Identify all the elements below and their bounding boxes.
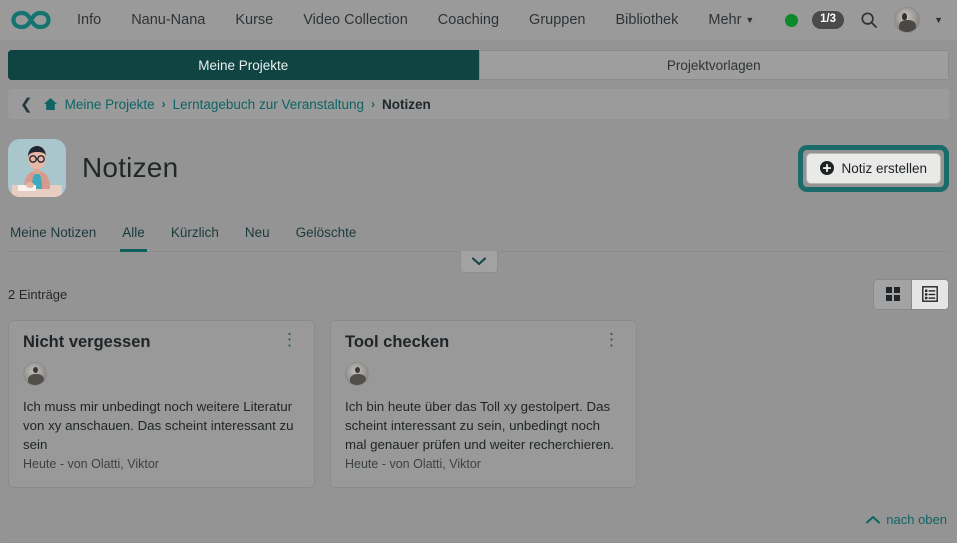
chevron-left-icon[interactable]: ❮ — [20, 95, 33, 113]
list-view-button[interactable] — [911, 279, 948, 309]
note-title: Tool checken — [345, 333, 450, 351]
home-icon[interactable] — [43, 97, 58, 111]
top-navigation-bar: Info Nanu-Nana Kurse Video Collection Co… — [0, 0, 957, 40]
user-avatar[interactable] — [894, 7, 921, 33]
grid-icon — [885, 287, 900, 301]
create-note-button-label: Notiz erstellen — [841, 160, 927, 176]
create-note-button[interactable]: Notiz erstellen — [806, 152, 941, 184]
back-to-top-link[interactable]: nach oben — [866, 512, 947, 527]
nav-item-mehr[interactable]: Mehr ▼ — [693, 6, 769, 34]
note-card[interactable]: Tool checken ⋮ Ich bin heute über das To… — [330, 320, 637, 488]
note-author-avatar — [345, 361, 369, 386]
nav-item-nanu-nana[interactable]: Nanu-Nana — [116, 6, 220, 34]
nav-item-info[interactable]: Info — [62, 6, 116, 34]
page-title: Notizen — [82, 152, 179, 183]
filter-tab-meine-notizen[interactable]: Meine Notizen — [8, 222, 98, 252]
expand-filters-button[interactable] — [459, 251, 498, 273]
nav-item-kurse[interactable]: Kurse — [220, 6, 288, 34]
filter-tab-neu[interactable]: Neu — [243, 222, 272, 252]
infinity-logo[interactable] — [8, 6, 54, 34]
page-header: Notizen Notiz erstellen — [8, 137, 949, 199]
nav-right-cluster: 1/3 ▼ — [785, 7, 943, 33]
chevron-down-icon — [471, 257, 486, 266]
breadcrumb-item-notizen: Notizen — [382, 96, 431, 112]
progress-badge[interactable]: 1/3 — [812, 11, 845, 29]
filter-tab-geloeschte[interactable]: Gelöschte — [294, 222, 359, 252]
list-icon — [922, 286, 938, 302]
note-card-grid: Nicht vergessen ⋮ Ich muss mir unbedingt… — [8, 320, 949, 488]
kebab-menu-icon[interactable]: ⋮ — [279, 331, 300, 349]
tab-meine-projekte[interactable]: Meine Projekte — [8, 50, 479, 80]
note-author-avatar — [23, 361, 47, 386]
account-chevron-down-icon[interactable]: ▼ — [934, 15, 943, 25]
list-toolbar: 2 Einträge — [8, 278, 949, 310]
nav-item-gruppen[interactable]: Gruppen — [514, 6, 600, 34]
kebab-menu-icon[interactable]: ⋮ — [601, 331, 622, 349]
search-icon[interactable] — [858, 9, 880, 31]
project-tab-group: Meine Projekte Projektvorlagen — [8, 50, 949, 80]
filter-tab-kuerzlich[interactable]: Kürzlich — [169, 222, 221, 252]
chevron-up-icon — [866, 516, 881, 524]
create-note-focus-ring: Notiz erstellen — [798, 144, 949, 192]
chevron-down-icon: ▼ — [745, 15, 755, 25]
entry-count-label: 2 Einträge — [8, 286, 68, 302]
note-body: Ich muss mir unbedingt noch weitere Lite… — [23, 398, 294, 453]
note-card[interactable]: Nicht vergessen ⋮ Ich muss mir unbedingt… — [8, 320, 315, 488]
plus-circle-icon — [820, 161, 835, 175]
view-mode-toggle — [873, 278, 949, 310]
note-meta: Heute - von Olatti, Viktor — [23, 456, 159, 471]
tab-projektvorlagen[interactable]: Projektvorlagen — [478, 50, 949, 80]
breadcrumb-separator: › — [161, 97, 166, 111]
app-root: Info Nanu-Nana Kurse Video Collection Co… — [0, 0, 957, 543]
nav-item-video-collection[interactable]: Video Collection — [288, 6, 423, 34]
note-body: Ich bin heute über das Toll xy gestolper… — [345, 398, 615, 453]
note-title: Nicht vergessen — [23, 333, 151, 351]
breadcrumb-item-meine-projekte[interactable]: Meine Projekte — [65, 97, 155, 112]
note-meta: Heute - von Olatti, Viktor — [345, 456, 481, 471]
breadcrumb-separator: › — [371, 97, 376, 111]
nav-item-coaching[interactable]: Coaching — [423, 6, 514, 34]
expander-row — [8, 251, 949, 273]
grid-view-button[interactable] — [874, 279, 911, 309]
back-to-top-label: nach oben — [886, 512, 947, 527]
note-card-header: Nicht vergessen ⋮ — [23, 331, 300, 353]
breadcrumb: ❮ Meine Projekte › Lerntagebuch zur Vera… — [8, 89, 949, 119]
filter-tab-alle[interactable]: Alle — [120, 222, 147, 252]
nav-item-bibliothek[interactable]: Bibliothek — [600, 6, 693, 34]
note-card-header: Tool checken ⋮ — [345, 331, 622, 353]
note-filter-tab-group: Meine Notizen Alle Kürzlich Neu Gelöscht… — [8, 221, 949, 252]
primary-nav-links: Info Nanu-Nana Kurse Video Collection Co… — [62, 6, 769, 34]
notes-illustration-avatar — [8, 139, 66, 197]
status-online-indicator — [785, 13, 799, 27]
nav-item-mehr-label: Mehr — [708, 12, 742, 28]
breadcrumb-item-lerntagebuch[interactable]: Lerntagebuch zur Veranstaltung — [173, 97, 364, 112]
